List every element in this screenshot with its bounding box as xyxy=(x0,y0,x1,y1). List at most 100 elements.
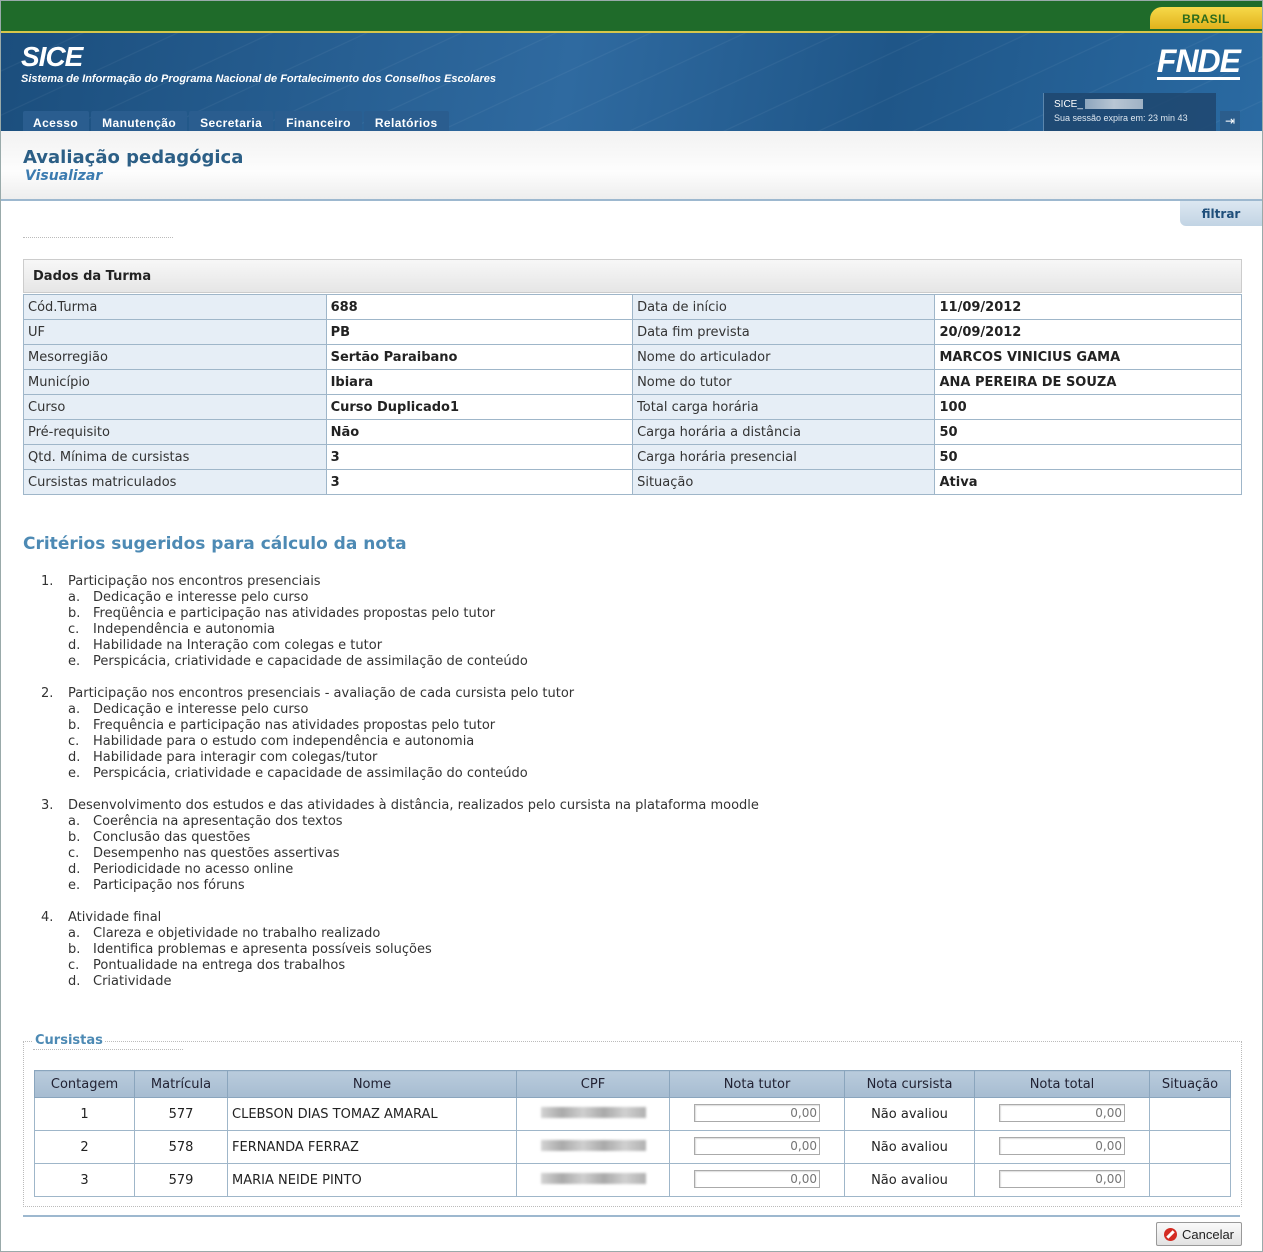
dados-value: Ibiara xyxy=(325,369,634,395)
filter-tab[interactable]: filtrar xyxy=(1180,201,1262,226)
page-title: Avaliação pedagógica xyxy=(23,147,244,168)
criteria-subitem: e. Perspicácia, criatividade e capacidade… xyxy=(41,766,759,782)
government-bar: BRASIL xyxy=(1,1,1262,33)
dados-label: Mesorregião xyxy=(23,344,327,370)
criteria-item: 4. Atividade final xyxy=(41,910,759,926)
criteria-subitem-letter: c. xyxy=(68,734,80,749)
cell-contagem: 1 xyxy=(34,1097,135,1131)
table-row: 1577CLEBSON DIAS TOMAZ AMARAL Não avaliou xyxy=(34,1097,1231,1131)
criteria-subitem-letter: b. xyxy=(68,830,81,845)
table-row: 2578FERNANDA FERRAZ Não avaliou xyxy=(34,1130,1231,1164)
dados-label: Carga horária a distância xyxy=(632,419,936,445)
page-frame: BRASIL SICE Sistema de Informação do Pro… xyxy=(0,0,1263,1252)
criteria-subitem-text: Habilidade para o estudo com independênc… xyxy=(93,734,475,749)
dados-row: Curso Curso Duplicado1 Total carga horária… xyxy=(23,394,1242,420)
criteria-number: 3. xyxy=(41,798,54,813)
dados-label: UF xyxy=(23,319,327,345)
criteria-subitem: e. Perspicácia, criatividade e capacidade… xyxy=(41,654,759,670)
criteria-subitem-text: Clareza e objetividade no trabalho reali… xyxy=(93,926,381,941)
criteria-subitem-text: Perspicácia, criatividade e capacidade d… xyxy=(93,654,528,669)
nota-total-input[interactable] xyxy=(999,1137,1125,1155)
redacted-cpf xyxy=(540,1172,646,1184)
menu-relatorios[interactable]: Relatórios xyxy=(363,111,449,131)
criteria-subitem-text: Perspicácia, criatividade e capacidade d… xyxy=(93,766,528,781)
nota-tutor-input[interactable] xyxy=(694,1170,820,1188)
criteria-subitem-text: Habilidade para interagir com colegas/tu… xyxy=(93,750,378,765)
menu-financeiro[interactable]: Financeiro xyxy=(275,111,362,131)
app-logo[interactable]: SICE xyxy=(21,41,83,73)
criteria-subitem-letter: d. xyxy=(68,638,81,653)
criteria-item: 2. Participação nos encontros presenciais… xyxy=(41,686,759,702)
cell-nota-cursista: Não avaliou xyxy=(844,1130,975,1164)
criteria-title: Critérios sugeridos para cálculo da nota xyxy=(23,534,407,554)
criteria-subitem-text: Desempenho nas questões assertivas xyxy=(93,846,340,861)
criteria-subitem-text: Frequência e participação nas atividades… xyxy=(93,718,496,733)
cell-matricula: 577 xyxy=(134,1097,228,1131)
criteria-subitem-letter: c. xyxy=(68,846,80,861)
logout-icon[interactable]: ⇥ xyxy=(1220,111,1240,131)
cell-nota-tutor xyxy=(669,1097,845,1131)
criteria-subitem-text: Periodicidade no acesso online xyxy=(93,862,294,877)
cell-nome: CLEBSON DIAS TOMAZ AMARAL xyxy=(227,1097,517,1131)
fnde-logo: FNDE xyxy=(1156,43,1241,80)
menu-manutencao[interactable]: Manutenção xyxy=(91,111,188,131)
redacted-cpf xyxy=(540,1139,646,1151)
cancel-button[interactable]: Cancelar xyxy=(1156,1222,1242,1246)
cell-nota-total xyxy=(974,1163,1150,1197)
criteria-subitem: d. Periodicidade no acesso online xyxy=(41,862,759,878)
col-nota-total: Nota total xyxy=(974,1070,1150,1098)
col-matricula: Matrícula xyxy=(134,1070,228,1098)
nota-tutor-input[interactable] xyxy=(694,1104,820,1122)
nota-total-input[interactable] xyxy=(999,1104,1125,1122)
nota-tutor-input[interactable] xyxy=(694,1137,820,1155)
cell-matricula: 578 xyxy=(134,1130,228,1164)
criteria-subitem-text: Identifica problemas e apresenta possíve… xyxy=(93,942,432,957)
dados-value: 688 xyxy=(325,294,634,320)
dados-value: ANA PEREIRA DE SOUZA xyxy=(934,369,1242,395)
cell-nota-tutor xyxy=(669,1163,845,1197)
dados-label: Cursistas matriculados xyxy=(23,469,327,495)
criteria-subitem: b. Freqüência e participação nas atividad… xyxy=(41,606,759,622)
nota-total-input[interactable] xyxy=(999,1170,1125,1188)
dados-label: Pré-requisito xyxy=(23,419,327,445)
criteria-subitem-letter: b. xyxy=(68,942,81,957)
dados-value: 11/09/2012 xyxy=(934,294,1242,320)
criteria-subitem: b. Identifica problemas e apresenta possí… xyxy=(41,942,759,958)
main-menu: Acesso Manutenção Secretaria Financeiro … xyxy=(23,111,451,131)
col-nota-cursista: Nota cursista xyxy=(844,1070,975,1098)
title-bar: Avaliação pedagógica Visualizar xyxy=(1,131,1262,201)
cell-cpf xyxy=(516,1130,670,1164)
dados-label: Qtd. Mínima de cursistas xyxy=(23,444,327,470)
criteria-subitem-text: Conclusão das questões xyxy=(93,830,251,845)
criteria-subitem: e. Participação nos fóruns xyxy=(41,878,759,894)
criteria-subitem-text: Freqüência e participação nas atividades… xyxy=(93,606,496,621)
dados-value: Não xyxy=(325,419,634,445)
cell-nota-tutor xyxy=(669,1130,845,1164)
criteria-subitem: d. Criatividade xyxy=(41,974,759,990)
menu-secretaria[interactable]: Secretaria xyxy=(189,111,274,131)
criteria-subitem-letter: b. xyxy=(68,606,81,621)
criteria-subitem: d. Habilidade para interagir com colegas/… xyxy=(41,750,759,766)
col-nome: Nome xyxy=(227,1070,517,1098)
criteria-subitem-letter: d. xyxy=(68,750,81,765)
table-row: 3579MARIA NEIDE PINTO Não avaliou xyxy=(34,1163,1231,1197)
criteria-subitem: a. Dedicação e interesse pelo curso xyxy=(41,590,759,606)
cell-cpf xyxy=(516,1097,670,1131)
dados-row: Cód.Turma 688 Data de início 11/09/2012 xyxy=(23,294,1242,320)
cancel-icon xyxy=(1163,1227,1177,1241)
criteria-subitem-letter: e. xyxy=(68,766,81,781)
criteria-subitem-letter: a. xyxy=(68,814,81,829)
cell-nota-cursista: Não avaliou xyxy=(844,1097,975,1131)
criteria-subitem: c. Desempenho nas questões assertivas xyxy=(41,846,759,862)
criteria-label: Participação nos encontros presenciais -… xyxy=(68,686,575,701)
menu-acesso[interactable]: Acesso xyxy=(23,111,90,131)
brasil-link[interactable]: BRASIL xyxy=(1150,7,1262,29)
criteria-subitem-text: Criatividade xyxy=(93,974,172,989)
criteria-item: 1. Participação nos encontros presenciais xyxy=(41,574,759,590)
dados-label: Carga horária presencial xyxy=(632,444,936,470)
dados-value: PB xyxy=(325,319,634,345)
criteria-group: 4. Atividade final a. Clareza e objetividad… xyxy=(41,910,759,990)
session-user: SICE_ xyxy=(1054,99,1143,110)
criteria-label: Participação nos encontros presenciais xyxy=(68,574,321,589)
cursistas-table: Contagem Matrícula Nome CPF Nota tutor N… xyxy=(34,1070,1231,1197)
